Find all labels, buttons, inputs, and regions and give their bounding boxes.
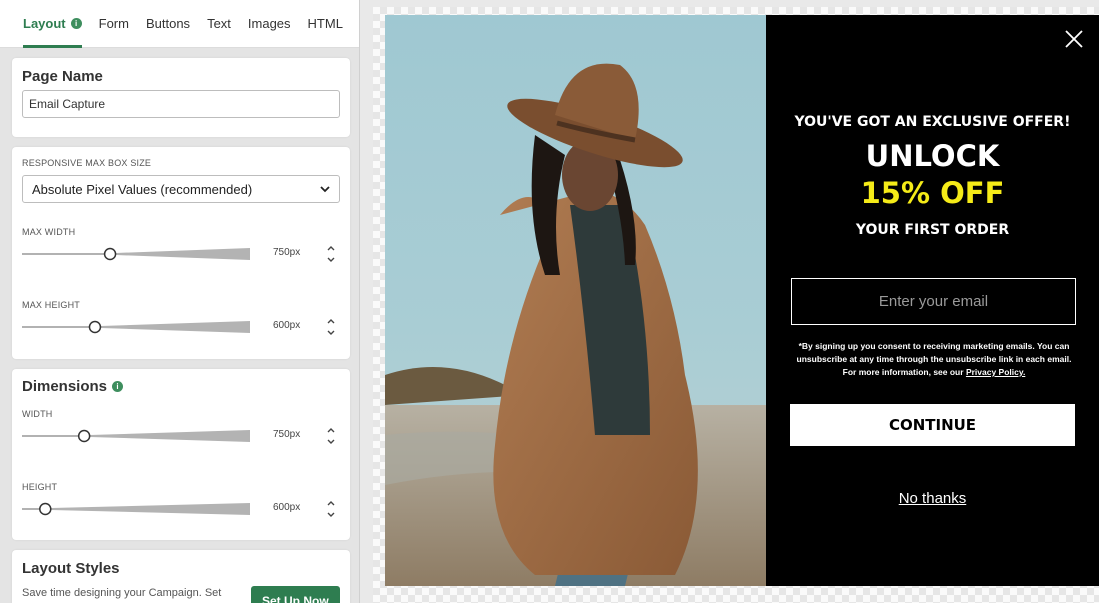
tab-images[interactable]: Images [248, 0, 291, 48]
page-name-card: Page Name [12, 58, 350, 137]
offer-headline-discount: 15% OFF [860, 176, 1005, 210]
offer-headline-exclusive: YOU'VE GOT AN EXCLUSIVE OFFER! [794, 114, 1071, 130]
width-slider-row: 750px [22, 424, 340, 448]
continue-button[interactable]: CONTINUE [790, 404, 1075, 446]
height-slider-row: 600px [22, 497, 340, 521]
layout-styles-description: Save time designing your Campaign. Set [22, 587, 222, 599]
responsive-size-select[interactable]: Absolute Pixel Values (recommended) [22, 175, 340, 203]
height-stepper-icon[interactable] [325, 498, 337, 520]
slider-track-remaining [116, 248, 250, 260]
layout-styles-title: Layout Styles [22, 560, 120, 577]
tab-html-label: HTML [307, 16, 343, 31]
tab-layout-label: Layout [23, 16, 66, 31]
dimensions-title: Dimensions i [22, 378, 124, 395]
editor-tabs: Layout i Form Buttons Text Images HTML [0, 0, 359, 48]
max-width-label: MAX WIDTH [22, 227, 76, 237]
tab-images-label: Images [247, 16, 291, 31]
dimensions-card: Dimensions i WIDTH 750px HEIGHT 600px [12, 369, 350, 540]
offer-headline-first-order: YOUR FIRST ORDER [855, 222, 1010, 238]
tab-buttons[interactable]: Buttons [146, 0, 190, 48]
height-value: 600px [273, 502, 301, 513]
height-slider[interactable] [22, 502, 250, 516]
tab-form[interactable]: Form [99, 0, 129, 48]
chevron-down-icon [320, 185, 330, 192]
info-icon[interactable]: i [70, 18, 82, 29]
no-thanks-link[interactable]: No thanks [766, 490, 1099, 507]
consent-body: *By signing up you consent to receiving … [796, 341, 1072, 377]
tab-text[interactable]: Text [207, 0, 231, 48]
max-height-label: MAX HEIGHT [22, 300, 81, 310]
responsive-card: RESPONSIVE MAX BOX SIZE Absolute Pixel V… [12, 147, 350, 359]
max-width-stepper-icon[interactable] [325, 243, 337, 265]
height-label: HEIGHT [22, 482, 58, 492]
offer-headline-unlock: UNLOCK [865, 139, 1000, 173]
tab-buttons-label: Buttons [145, 16, 191, 31]
max-height-slider-row: 600px [22, 315, 340, 339]
close-icon[interactable] [1064, 29, 1084, 49]
responsive-size-select-value: Absolute Pixel Values (recommended) [32, 181, 253, 197]
max-width-slider-row: 750px [22, 242, 340, 266]
tab-html[interactable]: HTML [308, 0, 343, 48]
page-name-title: Page Name [22, 68, 103, 85]
slider-handle[interactable] [103, 247, 117, 261]
width-stepper-icon[interactable] [325, 425, 337, 447]
model-photo-image [385, 15, 766, 586]
layout-styles-card: Layout Styles Save time designing your C… [12, 550, 350, 603]
max-height-stepper-icon[interactable] [325, 316, 337, 338]
slider-track-remaining [90, 430, 250, 442]
width-label: WIDTH [22, 409, 53, 419]
width-value: 750px [273, 429, 301, 440]
slider-handle[interactable] [88, 320, 102, 334]
set-up-now-button[interactable]: Set Up Now [251, 586, 340, 603]
editor-sidebar: Layout i Form Buttons Text Images HTML P… [0, 0, 360, 603]
max-height-value: 600px [273, 320, 301, 331]
consent-text: *By signing up you consent to receiving … [790, 340, 1078, 379]
max-width-value: 750px [273, 247, 301, 258]
page-name-input[interactable] [22, 90, 340, 118]
responsive-max-box-size-label: RESPONSIVE MAX BOX SIZE [22, 158, 152, 168]
max-width-slider[interactable] [22, 247, 250, 261]
max-height-slider[interactable] [22, 320, 250, 334]
dimensions-title-label: Dimensions [22, 378, 108, 395]
offer-panel: YOU'VE GOT AN EXCLUSIVE OFFER! UNLOCK 15… [766, 15, 1099, 586]
model-photo [385, 15, 766, 586]
popup-preview: YOU'VE GOT AN EXCLUSIVE OFFER! UNLOCK 15… [385, 15, 1099, 586]
info-icon[interactable]: i [112, 381, 124, 392]
email-input[interactable]: Enter your email [791, 278, 1076, 325]
email-placeholder: Enter your email [878, 293, 989, 310]
privacy-policy-link[interactable]: Privacy Policy. [966, 367, 1025, 377]
slider-handle[interactable] [77, 429, 91, 443]
slider-handle[interactable] [39, 502, 52, 516]
tab-layout[interactable]: Layout i [23, 0, 82, 48]
tab-form-label: Form [98, 16, 129, 31]
tab-text-label: Text [207, 16, 231, 31]
slider-track-remaining [51, 503, 250, 515]
width-slider[interactable] [22, 429, 250, 443]
slider-track-remaining [100, 321, 250, 333]
